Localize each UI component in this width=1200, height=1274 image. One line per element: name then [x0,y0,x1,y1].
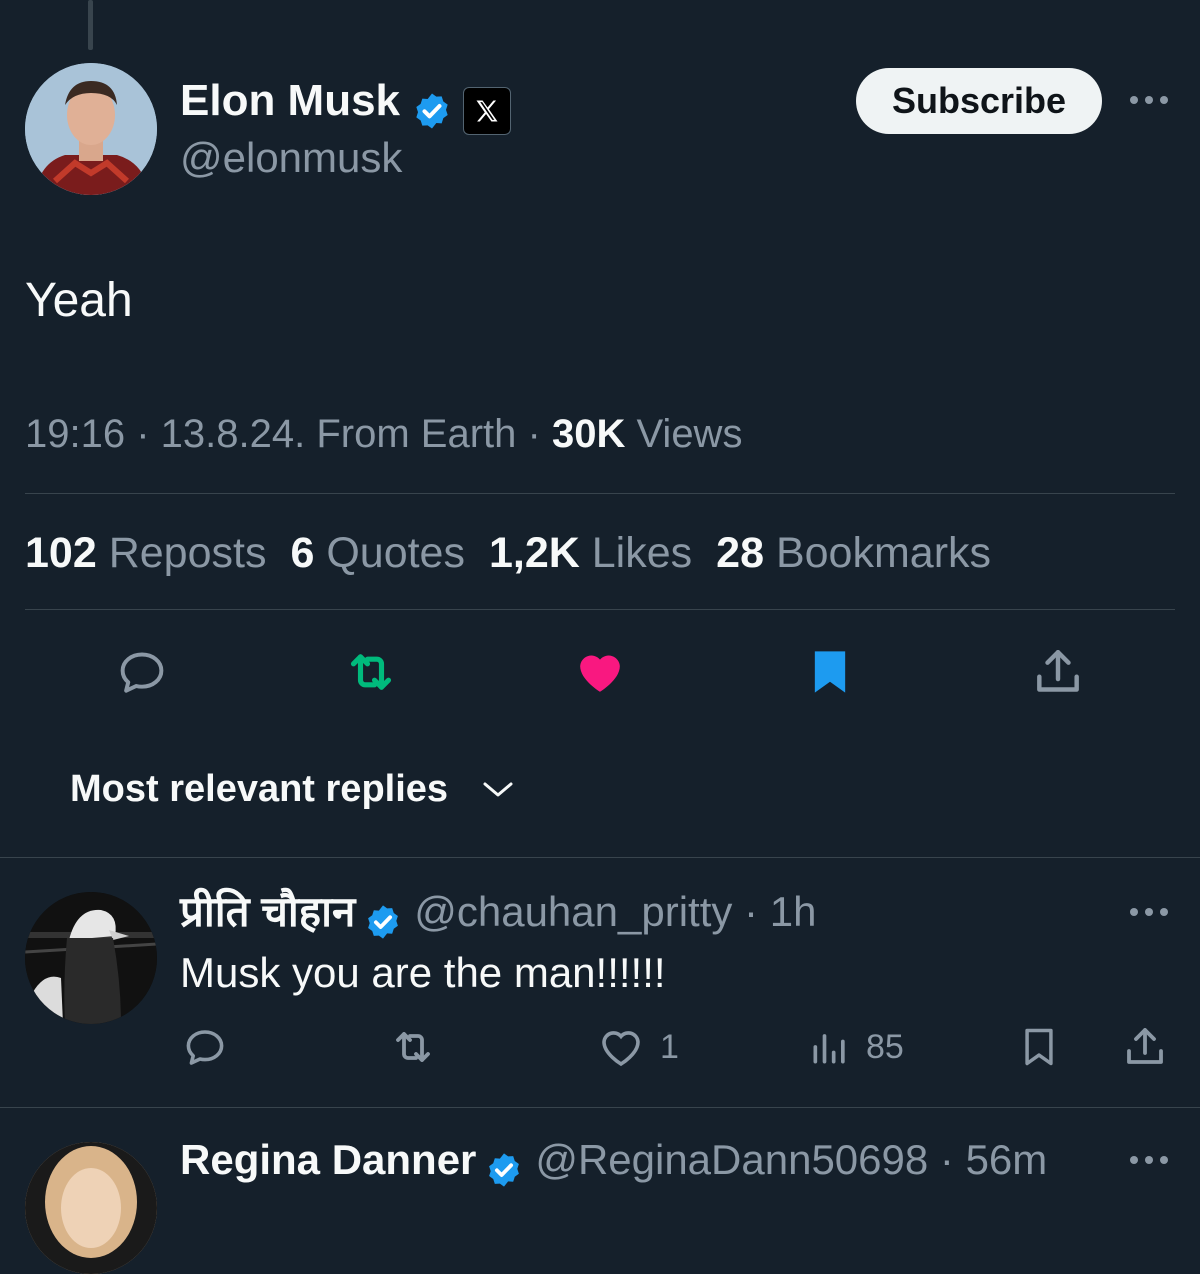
divider [25,609,1175,610]
author-handle[interactable]: @elonmusk [180,134,402,182]
repost-icon[interactable] [385,1022,441,1072]
quotes-count: 6 [290,529,315,577]
tweet-date[interactable]: 13.8.24. [161,412,306,456]
reply-author-handle[interactable]: @ReginaDann50698 [535,1136,928,1183]
reply-time[interactable]: 1h [770,888,817,935]
repost-icon[interactable] [339,642,403,702]
bookmark-icon[interactable] [800,642,860,702]
author-name-row: Elon Musk [180,76,511,135]
share-icon[interactable] [1028,642,1088,702]
likes-count: 1,2K [488,529,580,577]
reply-view-count: 85 [866,1027,904,1066]
reply-icon[interactable] [112,642,172,702]
divider [0,1107,1200,1108]
sort-label: Most relevant replies [70,768,449,810]
divider [25,493,1175,494]
reply-author-name[interactable]: प्रीति चौहान [180,888,355,935]
bookmarks-count: 28 [716,529,764,577]
thread-connector-line [88,0,93,50]
reply-text: Musk you are the man!!!!!! [180,949,666,996]
reply-avatar[interactable] [25,892,157,1024]
sort-replies-dropdown[interactable]: Most relevant replies [70,765,514,813]
tweet-source: From Earth [316,412,517,456]
share-icon[interactable] [1120,1022,1170,1072]
reposts-label: Reposts [108,529,267,577]
reply-like-count: 1 [660,1027,679,1066]
more-options-icon[interactable] [1130,96,1168,104]
reply-icon[interactable] [180,1022,230,1072]
author-name[interactable]: Elon Musk [180,76,400,125]
tweet-text: Yeah [25,274,133,327]
tweet-meta: 19:16 · 13.8.24. From Earth · 30K Views [25,412,743,456]
separator-dot: · [928,1136,966,1183]
like-button[interactable]: 1 [596,1022,679,1072]
quotes-stat[interactable]: 6 Quotes [290,528,465,578]
verified-badge-icon[interactable] [364,903,402,941]
likes-label: Likes [591,529,693,577]
bookmark-icon[interactable] [1014,1022,1064,1072]
reply-time[interactable]: 56m [966,1136,1048,1183]
bookmarks-label: Bookmarks [775,529,992,577]
reply-header: Regina Danner @ReginaDann50698 · 56m [180,1136,1047,1189]
likes-stat[interactable]: 1,2K Likes [489,528,692,578]
reply-avatar[interactable] [25,1142,157,1274]
separator-dot: · [732,888,770,935]
x-affiliate-icon[interactable] [462,86,511,135]
analytics-icon [813,1034,845,1064]
divider [0,857,1200,858]
heart-icon [602,1031,640,1067]
reply-header: प्रीति चौहान @chauhan_pritty · 1h [180,888,816,941]
quotes-label: Quotes [326,529,465,577]
verified-badge-icon[interactable] [412,91,452,131]
more-options-icon[interactable] [1130,1156,1168,1164]
reposts-count: 102 [25,529,97,577]
more-options-icon[interactable] [1130,908,1168,916]
tweet-time[interactable]: 19:16 [25,412,125,456]
bookmarks-stat[interactable]: 28 Bookmarks [716,528,991,578]
heart-icon[interactable] [570,642,630,702]
views-count: 30K [551,412,626,456]
views-label: Views [636,412,743,456]
engagement-stats: 102 Reposts 6 Quotes 1,2K Likes 28 Bookm… [25,528,991,578]
subscribe-button[interactable]: Subscribe [856,68,1102,134]
chevron-down-icon [483,782,513,797]
reposts-stat[interactable]: 102 Reposts [25,528,266,578]
verified-badge-icon[interactable] [485,1151,523,1189]
views-button[interactable]: 85 [808,1022,904,1072]
reply-author-name[interactable]: Regina Danner [180,1136,476,1183]
author-avatar[interactable] [25,63,157,195]
reply-author-handle[interactable]: @chauhan_pritty [414,888,732,935]
